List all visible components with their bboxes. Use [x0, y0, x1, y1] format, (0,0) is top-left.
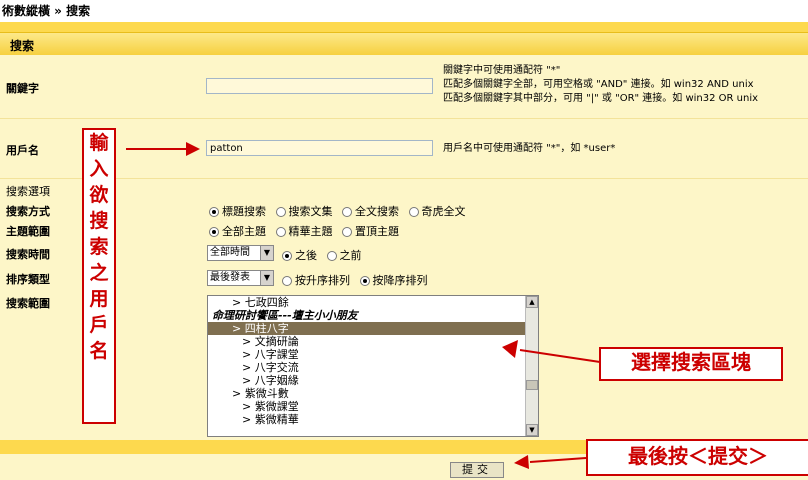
annotation-arrows — [126, 142, 601, 469]
arrow-line — [519, 349, 601, 363]
arrow-line — [529, 457, 587, 463]
arrow-head-icon — [186, 142, 200, 156]
arrow-head-icon — [514, 455, 529, 469]
arrow-head-icon — [502, 340, 518, 358]
